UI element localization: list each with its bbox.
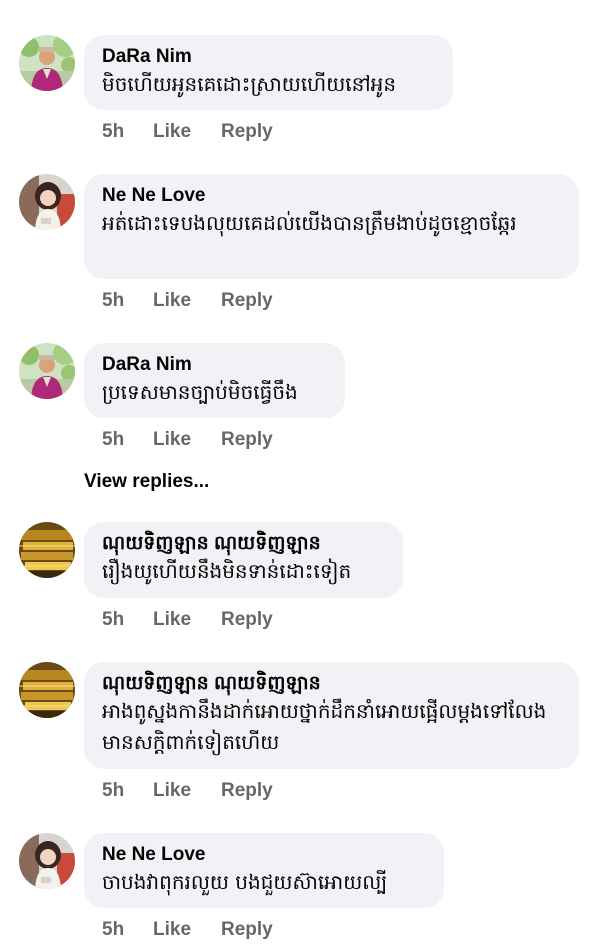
like-button[interactable]: Like bbox=[153, 919, 221, 941]
comment-actions: 5h Like Reply bbox=[102, 609, 273, 631]
comment-text: ចាបងវាពុករលួយ បងជួយស៊ាអោយល្បី bbox=[102, 870, 388, 894]
comment-author[interactable]: ណុយទិញឡាន ណុយទិញឡាន bbox=[102, 532, 385, 556]
reply-button[interactable]: Reply bbox=[221, 429, 273, 451]
profile-photo-woman-icon bbox=[19, 174, 75, 230]
comment-timestamp[interactable]: 5h bbox=[102, 429, 153, 451]
avatar[interactable] bbox=[19, 833, 75, 889]
comment-actions: 5h Like Reply bbox=[102, 290, 273, 312]
profile-photo-gold-icon bbox=[19, 662, 75, 718]
comment-actions: 5h Like Reply bbox=[102, 919, 273, 941]
reply-button[interactable]: Reply bbox=[221, 290, 273, 312]
comment-bubble: Ne Ne Love ចាបងវាពុករលួយ បងជួយស៊ាអោយល្បី bbox=[84, 833, 444, 908]
comment-author[interactable]: DaRa Nim bbox=[102, 45, 435, 69]
comment-timestamp[interactable]: 5h bbox=[102, 780, 153, 802]
avatar[interactable] bbox=[19, 174, 75, 230]
comment-text: អត់ដោះទេបងលុយគេដល់យើងបានត្រឹមងាប់ដូចខ្មោ… bbox=[102, 211, 517, 235]
comment-text: អាងពូស្នងកានឹងដាក់អោយថ្នាក់ដឹកនាំអោយផ្អើ… bbox=[102, 699, 547, 754]
comment-actions: 5h Like Reply bbox=[102, 780, 273, 802]
comment-timestamp[interactable]: 5h bbox=[102, 609, 153, 631]
profile-photo-gold-icon bbox=[19, 522, 75, 578]
comment-timestamp[interactable]: 5h bbox=[102, 919, 153, 941]
comment-bubble: ណុយទិញឡាន ណុយទិញឡាន អាងពូស្នងកានឹងដាក់អោ… bbox=[84, 662, 579, 769]
profile-photo-man-icon bbox=[19, 343, 75, 399]
view-replies-link[interactable]: View replies... bbox=[84, 471, 209, 493]
like-button[interactable]: Like bbox=[153, 290, 221, 312]
reply-button[interactable]: Reply bbox=[221, 121, 273, 143]
reply-button[interactable]: Reply bbox=[221, 780, 273, 802]
avatar[interactable] bbox=[19, 343, 75, 399]
comment-author[interactable]: DaRa Nim bbox=[102, 353, 327, 377]
like-button[interactable]: Like bbox=[153, 121, 221, 143]
comment-bubble: DaRa Nim ប្រទេសមានច្បាប់មិចធ្វើចឹង bbox=[84, 343, 345, 418]
comment-author[interactable]: Ne Ne Love bbox=[102, 184, 561, 208]
comment-text: មិចហើយអូនគេដោះស្រាយហើយនៅអូន bbox=[102, 72, 397, 96]
like-button[interactable]: Like bbox=[153, 429, 221, 451]
comment-author[interactable]: ណុយទិញឡាន ណុយទិញឡាន bbox=[102, 672, 561, 696]
comment-bubble: ណុយទិញឡាន ណុយទិញឡាន រឿងយូហើយនឹងមិនទាន់ដោ… bbox=[84, 522, 403, 598]
comment-bubble: Ne Ne Love អត់ដោះទេបងលុយគេដល់យើងបានត្រឹម… bbox=[84, 174, 579, 279]
profile-photo-man-icon bbox=[19, 35, 75, 91]
reply-button[interactable]: Reply bbox=[221, 609, 273, 631]
comment-actions: 5h Like Reply bbox=[102, 429, 273, 451]
reply-button[interactable]: Reply bbox=[221, 919, 273, 941]
comment-timestamp[interactable]: 5h bbox=[102, 121, 153, 143]
comment-actions: 5h Like Reply bbox=[102, 121, 273, 143]
like-button[interactable]: Like bbox=[153, 780, 221, 802]
comment-timestamp[interactable]: 5h bbox=[102, 290, 153, 312]
like-button[interactable]: Like bbox=[153, 609, 221, 631]
avatar[interactable] bbox=[19, 662, 75, 718]
comment-bubble: DaRa Nim មិចហើយអូនគេដោះស្រាយហើយនៅអូន bbox=[84, 35, 453, 110]
comment-author[interactable]: Ne Ne Love bbox=[102, 843, 426, 867]
profile-photo-woman-icon bbox=[19, 833, 75, 889]
avatar[interactable] bbox=[19, 522, 75, 578]
avatar[interactable] bbox=[19, 35, 75, 91]
comment-text: ប្រទេសមានច្បាប់មិចធ្វើចឹង bbox=[102, 380, 298, 404]
comment-text: រឿងយូហើយនឹងមិនទាន់ដោះទៀត bbox=[102, 559, 352, 583]
